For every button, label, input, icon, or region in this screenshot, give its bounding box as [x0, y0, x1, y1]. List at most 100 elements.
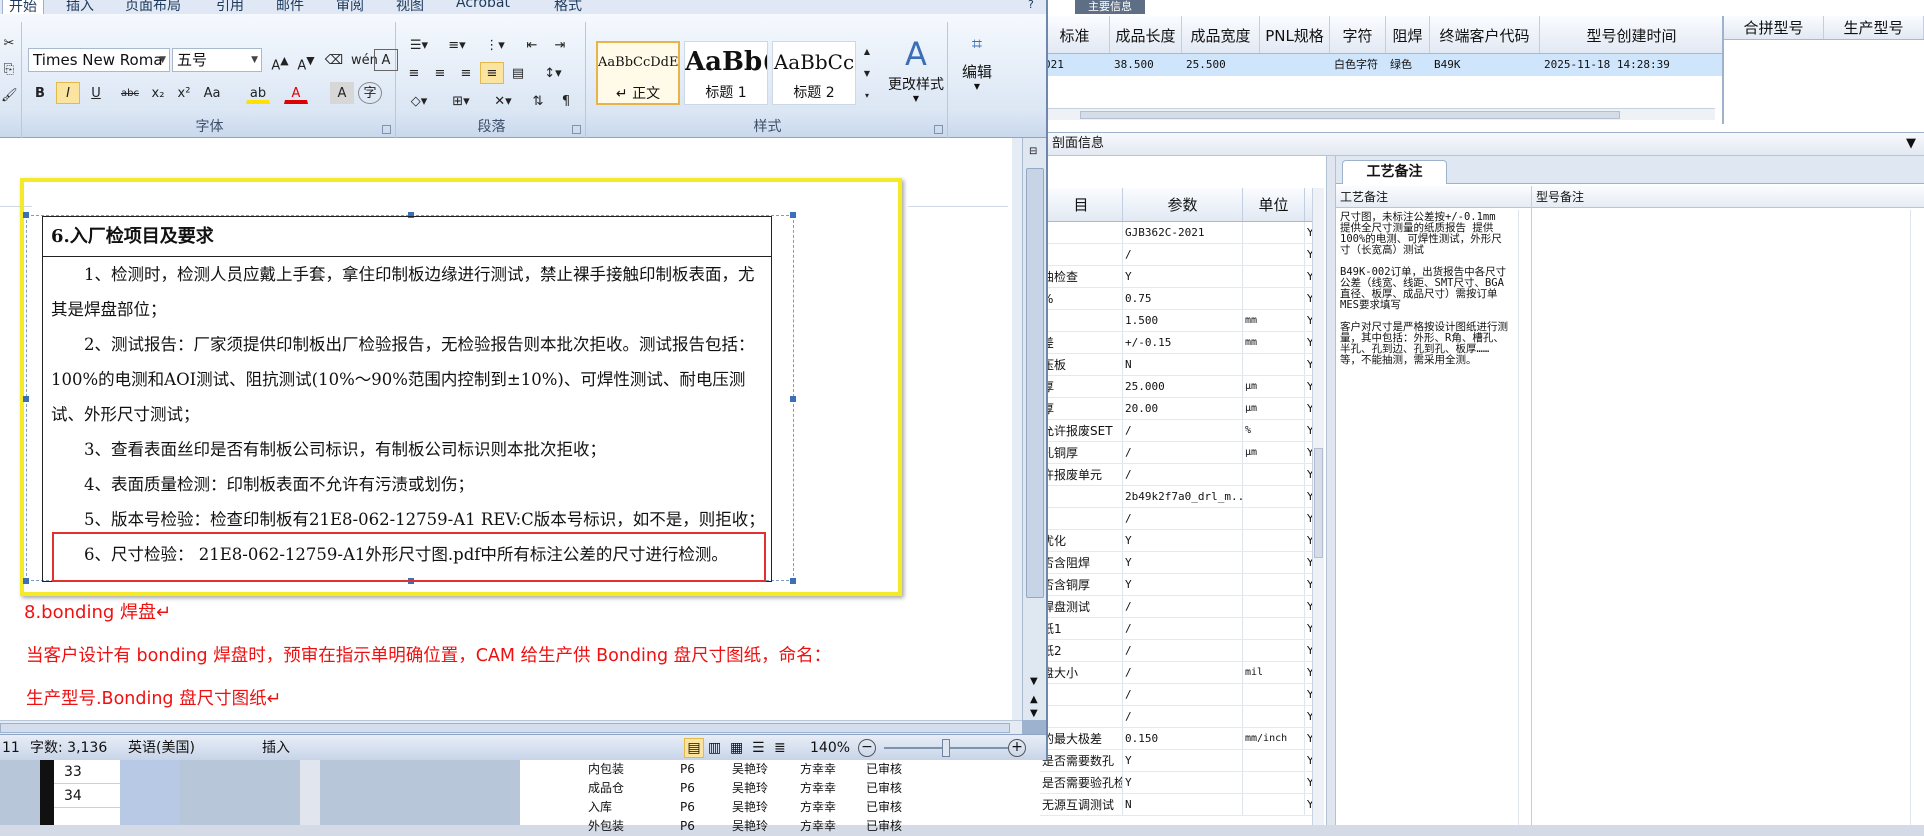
erp-horizontal-scrollbar[interactable] — [1040, 108, 1715, 120]
col-production-model[interactable]: 生产型号 — [1824, 16, 1924, 39]
full-screen-icon[interactable]: ▥ — [708, 735, 721, 760]
superscript-button[interactable]: x² — [172, 82, 196, 104]
model-notes-scrollbar[interactable] — [1910, 210, 1924, 825]
param-row[interactable]: 压板 N Y — [1040, 354, 1322, 376]
tree-row[interactable]: 外包装 P6 吴艳玲 方幸幸 已审核 — [520, 817, 1040, 836]
param-row[interactable]: / Y — [1040, 244, 1322, 266]
justify-icon[interactable]: ≡ — [480, 62, 504, 84]
numbering-icon[interactable]: ≡▾ — [440, 34, 474, 56]
bullets-icon[interactable]: ☰▾ — [402, 34, 436, 56]
borders-icon[interactable]: ⊞▾ — [444, 90, 478, 112]
font-color-button[interactable]: A — [284, 82, 308, 104]
col-legend[interactable]: 字符 — [1330, 16, 1386, 53]
italic-button[interactable]: I — [56, 82, 80, 104]
change-case-button[interactable]: Aa — [200, 82, 224, 104]
horizontal-scrollbar[interactable] — [0, 720, 1022, 734]
prev-page-icon[interactable]: ▲ — [1030, 694, 1038, 705]
tab-layout[interactable]: 页面布局 — [125, 0, 181, 15]
tab-view[interactable]: 视图 — [396, 0, 424, 15]
tab-review[interactable]: 审阅 — [336, 0, 364, 15]
increase-indent-icon[interactable]: ⇥ — [548, 34, 572, 56]
splitter[interactable] — [1326, 156, 1336, 825]
copy-icon[interactable]: ⎘ — [0, 58, 18, 80]
ruler-toggle-icon[interactable]: ⊟ — [1029, 146, 1037, 157]
align-right-icon[interactable]: ≡ — [454, 62, 478, 84]
col-pnl[interactable]: PNL规格 — [1260, 16, 1330, 53]
dialog-launcher-icon[interactable] — [382, 125, 391, 134]
shrink-font-icon[interactable]: A▼ — [294, 49, 318, 73]
param-row[interactable]: GJB362C-2021 Y — [1040, 222, 1322, 244]
param-row[interactable]: / Y — [1040, 684, 1322, 706]
param-row[interactable]: 是否需要数孔 Y Y — [1040, 750, 1322, 772]
inspection-table[interactable]: 6.入厂检项目及要求 1、检测时，检测人员应戴上手套，拿住印制板边缘进行测试，禁… — [42, 216, 772, 582]
col-endcustomer[interactable]: 终端客户代码 — [1430, 16, 1540, 53]
grow-font-icon[interactable]: A▲ — [268, 49, 292, 73]
print-layout-icon[interactable]: ▤ — [684, 738, 704, 758]
param-row[interactable]: 厚 25.000 μm Y — [1040, 376, 1322, 398]
style-normal[interactable]: AaBbCcDdEe ↵ 正文 — [596, 41, 680, 105]
notes-scrollbar[interactable] — [1518, 210, 1532, 825]
param-col-unit[interactable]: 单位 — [1243, 188, 1305, 221]
enclose-char-icon[interactable]: 字 — [358, 82, 382, 104]
strikethrough-button[interactable]: abc — [118, 82, 142, 104]
param-row[interactable]: 1.500 mm Y — [1040, 310, 1322, 332]
scroll-thumb[interactable] — [0, 723, 1010, 733]
col-created[interactable]: 型号创建时间 — [1540, 16, 1724, 53]
param-row[interactable]: 允许报废SET /% Y — [1040, 420, 1322, 442]
web-layout-icon[interactable]: ▦ — [730, 735, 743, 760]
multilevel-list-icon[interactable]: ⋮▾ — [478, 34, 512, 56]
dialog-launcher-icon[interactable] — [934, 125, 943, 134]
language[interactable]: 英语(美国) — [128, 735, 195, 760]
param-row[interactable]: / Y — [1040, 706, 1322, 728]
shading-icon[interactable]: ◇▾ — [402, 90, 436, 112]
param-row[interactable]: 许报废单元 / Y — [1040, 464, 1322, 486]
vertical-scrollbar[interactable]: ⊟ ▼ ▲ ▼ — [1022, 138, 1046, 720]
font-size-combo[interactable]: 五号 ▼ — [172, 48, 262, 72]
zoom-slider-thumb[interactable] — [942, 739, 950, 757]
char-border-icon[interactable]: A — [374, 49, 398, 71]
style-heading1[interactable]: AaBb( 标题 1 — [684, 41, 768, 105]
param-col-item[interactable]: 目 — [1040, 188, 1123, 221]
param-row[interactable]: / Y — [1040, 508, 1322, 530]
scroll-down-icon[interactable]: ▼ — [1030, 676, 1038, 687]
style-heading2[interactable]: AaBbCc 标题 2 — [772, 41, 856, 105]
col-soldermask[interactable]: 阻焊 — [1386, 16, 1430, 53]
decrease-indent-icon[interactable]: ⇤ — [520, 34, 544, 56]
edit-button[interactable]: ⌗ 编辑 ▼ — [952, 34, 1002, 91]
tab-process-notes[interactable]: 工艺备注 — [1342, 160, 1447, 184]
param-row[interactable]: 否含阻焊 Y Y — [1040, 552, 1322, 574]
param-row[interactable]: 纸1/Y — [1040, 618, 1322, 640]
word-count[interactable]: 字数: 3,136 — [30, 735, 107, 760]
subscript-button[interactable]: x₂ — [146, 82, 170, 104]
tab-mailings[interactable]: 邮件 — [276, 0, 304, 15]
chinese-layout-icon[interactable]: ✕▾ — [486, 90, 520, 112]
param-row[interactable]: 焊盘测试 / Y — [1040, 596, 1322, 618]
help-icon[interactable]: ? — [1028, 0, 1034, 11]
sort-icon[interactable]: ⇅ — [526, 90, 550, 112]
table-row[interactable]: 021 38.500 25.500 白色字符 绿色 B49K 2025-11-1… — [1040, 54, 1724, 76]
styles-scroll-down-icon[interactable]: ▼ — [860, 62, 874, 84]
zoom-in-icon[interactable]: + — [1008, 739, 1026, 757]
param-row[interactable]: 2b49k2f7a0_drl_m... Y — [1040, 486, 1322, 508]
param-row[interactable]: 曲检查 Y Y — [1040, 266, 1322, 288]
param-row[interactable]: 无源互调测试 N Y — [1040, 794, 1322, 816]
zoom-level[interactable]: 140% — [810, 735, 850, 760]
underline-button[interactable]: U — [84, 82, 108, 104]
insert-mode[interactable]: 插入 — [262, 735, 290, 760]
align-left-icon[interactable]: ≡ — [402, 62, 426, 84]
stackup-section-header[interactable]: 剖面信息 ▼ — [1040, 132, 1924, 156]
format-painter-icon[interactable]: 🖌 — [0, 84, 18, 106]
param-row[interactable]: 差 +/-0.15 mm Y — [1040, 332, 1322, 354]
line-spacing-icon[interactable]: ↕▾ — [536, 62, 570, 84]
chevron-down-icon[interactable]: ▼ — [251, 49, 258, 71]
col-merge-model[interactable]: 合拼型号 — [1724, 16, 1824, 39]
process-notes-text[interactable]: 尺寸图，未标注公差按+/-0.1mm 提供全尺寸测量的纸质报告 提供100%的电… — [1336, 208, 1514, 381]
chevron-down-icon[interactable]: ▼ — [159, 49, 166, 71]
tree-row[interactable]: 入库 P6 吴艳玲 方幸幸 已审核 — [520, 798, 1040, 817]
font-name-combo[interactable]: Times New Roma ▼ — [28, 48, 170, 72]
main-info-tab[interactable]: 主要信息 — [1075, 0, 1145, 14]
bold-button[interactable]: B — [28, 82, 52, 104]
tree-row[interactable]: 成品仓 P6 吴艳玲 方幸幸 已审核 — [520, 779, 1040, 798]
tree-row[interactable]: 内包装 P6 吴艳玲 方幸幸 已审核 — [520, 760, 1040, 779]
show-marks-icon[interactable]: ¶ — [554, 90, 578, 112]
